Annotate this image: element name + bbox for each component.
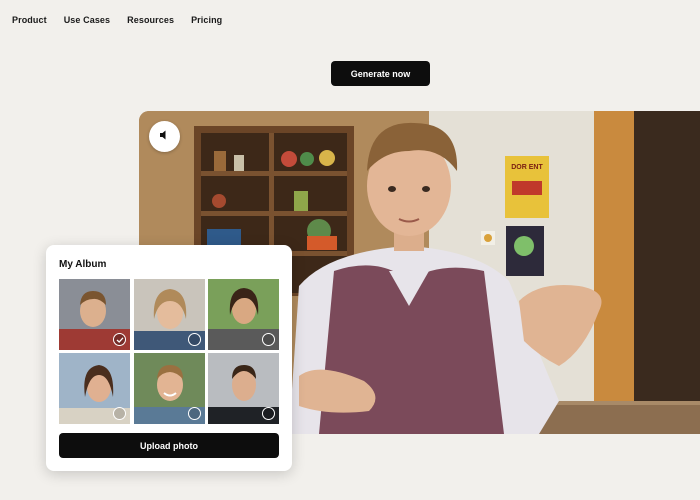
select-circle-icon[interactable] — [262, 333, 275, 346]
nav-item-resources[interactable]: Resources — [127, 15, 174, 25]
album-photo[interactable] — [208, 279, 279, 350]
album-card: My Album Upload photo — [46, 245, 292, 471]
selected-check-icon[interactable] — [113, 333, 126, 346]
album-title: My Album — [59, 259, 107, 270]
select-circle-icon[interactable] — [187, 333, 201, 346]
mute-button[interactable] — [149, 121, 180, 152]
speaker-muted-icon — [159, 128, 171, 146]
album-photo[interactable] — [133, 353, 205, 424]
select-circle-icon[interactable] — [187, 407, 201, 420]
album-photo[interactable] — [59, 279, 130, 350]
generate-now-button[interactable]: Generate now — [331, 61, 430, 86]
poster-text: DOR ENT — [511, 164, 543, 171]
upload-photo-button[interactable]: Upload photo — [59, 433, 279, 458]
nav-item-product[interactable]: Product — [12, 15, 47, 25]
select-circle-icon[interactable] — [262, 407, 275, 420]
album-photo[interactable] — [133, 279, 205, 350]
album-photo[interactable] — [59, 353, 130, 424]
album-photo[interactable] — [208, 353, 279, 424]
select-circle-icon[interactable] — [113, 407, 126, 420]
album-grid — [59, 279, 279, 424]
top-nav: Product Use Cases Resources Pricing — [12, 15, 222, 25]
nav-item-use-cases[interactable]: Use Cases — [64, 15, 110, 25]
nav-item-pricing[interactable]: Pricing — [191, 15, 222, 25]
